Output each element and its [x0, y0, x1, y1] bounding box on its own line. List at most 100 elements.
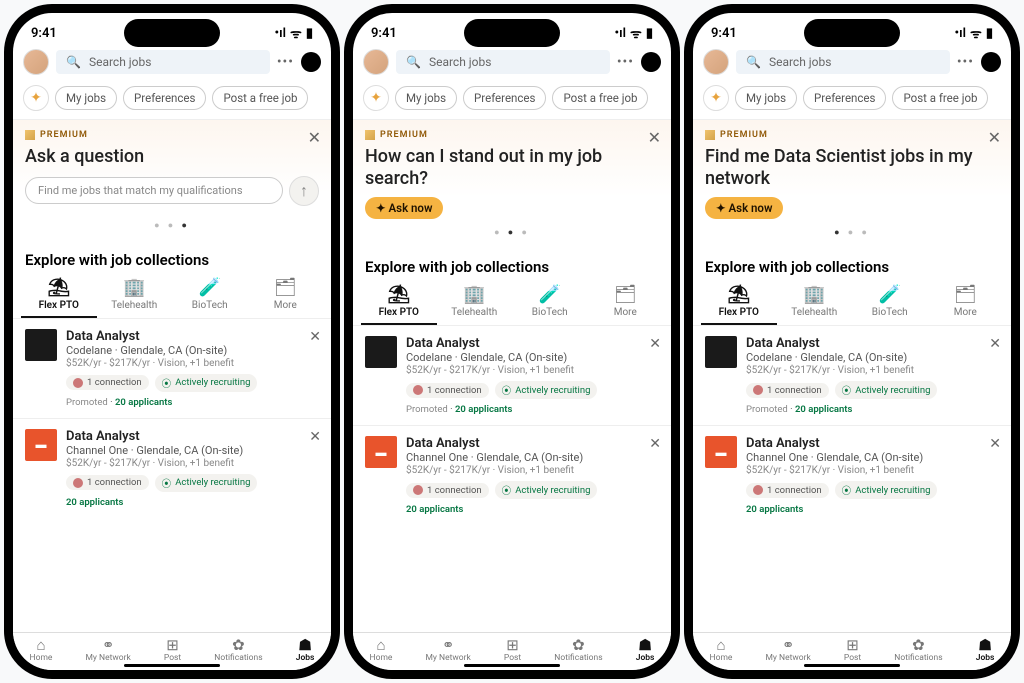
more-icon: 🗂: [928, 284, 1004, 305]
nav-notifications[interactable]: ✿ Notifications: [214, 638, 262, 663]
connection-badge: 1 connection: [406, 483, 489, 498]
premium-label: PREMIUM: [705, 130, 999, 140]
wifi-icon: ᯤ: [970, 24, 982, 42]
recruiting-badge: Actively recruiting: [835, 481, 938, 499]
premium-label: PREMIUM: [25, 130, 319, 140]
more-button[interactable]: •••: [957, 54, 974, 70]
carousel-dots[interactable]: ● ● ●: [705, 219, 999, 240]
nav-my network[interactable]: ⚭ My Network: [765, 638, 810, 663]
avatar[interactable]: [703, 49, 729, 75]
collection-tab-telehealth[interactable]: 🏢 Telehealth: [97, 277, 173, 318]
nav-home[interactable]: ⌂ Home: [370, 638, 393, 663]
nav-my network[interactable]: ⚭ My Network: [85, 638, 130, 663]
dismiss-job-icon[interactable]: ✕: [309, 429, 321, 445]
nav-notifications[interactable]: ✿ Notifications: [554, 638, 602, 663]
company-logo: ▬: [365, 436, 397, 468]
nav-post[interactable]: ⊞ Post: [164, 638, 181, 663]
nav-label: Jobs: [296, 653, 315, 663]
jobs-icon: ☗: [636, 638, 655, 653]
chip-myjobs[interactable]: My jobs: [735, 86, 797, 110]
carousel-dots[interactable]: ● ● ●: [365, 219, 659, 240]
nav-jobs[interactable]: ☗ Jobs: [296, 638, 315, 663]
chip-myjobs[interactable]: My jobs: [395, 86, 457, 110]
signal-icon: •ıl: [615, 26, 626, 41]
chip-myjobs[interactable]: My jobs: [55, 86, 117, 110]
collection-tab-more[interactable]: 🗂 More: [928, 284, 1004, 325]
explore-title: Explore with job collections: [13, 241, 331, 275]
more-button[interactable]: •••: [277, 54, 294, 70]
collection-tab-flex pto[interactable]: ⛱ Flex PTO: [361, 284, 437, 325]
job-card[interactable]: ▬ Data Analyst Channel One · Glendale, C…: [13, 418, 331, 518]
ask-input[interactable]: Find me jobs that match my qualification…: [25, 177, 283, 204]
search-input[interactable]: 🔍 Search jobs: [396, 50, 610, 74]
nav-jobs[interactable]: ☗ Jobs: [636, 638, 655, 663]
avatar[interactable]: [23, 49, 49, 75]
premium-star-icon[interactable]: ✦: [703, 85, 729, 111]
job-card[interactable]: Data Analyst Codelane · Glendale, CA (On…: [353, 325, 671, 425]
send-button[interactable]: ↑: [289, 176, 319, 206]
dismiss-job-icon[interactable]: ✕: [649, 436, 661, 452]
search-icon: 🔍: [746, 55, 761, 69]
nav-home[interactable]: ⌂ Home: [710, 638, 733, 663]
more-button[interactable]: •••: [617, 54, 634, 70]
notch: [464, 19, 560, 47]
collection-tab-telehealth[interactable]: 🏢 Telehealth: [437, 284, 513, 325]
connection-badge: 1 connection: [746, 483, 829, 498]
job-company-location: Codelane · Glendale, CA (On-site): [746, 351, 999, 364]
dismiss-job-icon[interactable]: ✕: [989, 336, 1001, 352]
messaging-icon[interactable]: [981, 52, 1001, 72]
messaging-icon[interactable]: [301, 52, 321, 72]
job-footer: Promoted · 20 applicants: [746, 404, 999, 415]
dismiss-job-icon[interactable]: ✕: [309, 329, 321, 345]
search-input[interactable]: 🔍 Search jobs: [56, 50, 270, 74]
collection-tab-more[interactable]: 🗂 More: [248, 277, 324, 318]
nav-label: Notifications: [214, 653, 262, 663]
close-icon[interactable]: ✕: [988, 128, 1001, 147]
collection-tab-flex pto[interactable]: ⛱ Flex PTO: [21, 277, 97, 318]
ask-now-button[interactable]: ✦ Ask now: [365, 197, 443, 219]
avatar[interactable]: [363, 49, 389, 75]
nav-post[interactable]: ⊞ Post: [844, 638, 861, 663]
nav-my network[interactable]: ⚭ My Network: [425, 638, 470, 663]
chip-post-job[interactable]: Post a free job: [552, 86, 648, 110]
close-icon[interactable]: ✕: [648, 128, 661, 147]
messaging-icon[interactable]: [641, 52, 661, 72]
notifications-icon: ✿: [894, 638, 942, 653]
premium-star-icon[interactable]: ✦: [363, 85, 389, 111]
chip-preferences[interactable]: Preferences: [803, 86, 886, 110]
recruiting-badge: Actively recruiting: [495, 481, 598, 499]
nav-jobs[interactable]: ☗ Jobs: [976, 638, 995, 663]
collection-tab-biotech[interactable]: 🧪 BioTech: [172, 277, 248, 318]
nav-notifications[interactable]: ✿ Notifications: [894, 638, 942, 663]
job-title: Data Analyst: [746, 436, 999, 451]
home-indicator: [464, 664, 560, 667]
collection-tab-more[interactable]: 🗂 More: [588, 284, 664, 325]
carousel-dots[interactable]: ● ● ●: [25, 212, 319, 233]
dismiss-job-icon[interactable]: ✕: [989, 436, 1001, 452]
notch: [124, 19, 220, 47]
premium-star-icon[interactable]: ✦: [23, 85, 49, 111]
connection-badge: 1 connection: [66, 375, 149, 390]
search-input[interactable]: 🔍 Search jobs: [736, 50, 950, 74]
nav-post[interactable]: ⊞ Post: [504, 638, 521, 663]
company-logo: [365, 336, 397, 368]
job-card[interactable]: ▬ Data Analyst Channel One · Glendale, C…: [693, 425, 1011, 525]
job-card[interactable]: ▬ Data Analyst Channel One · Glendale, C…: [353, 425, 671, 525]
job-company-location: Codelane · Glendale, CA (On-site): [406, 351, 659, 364]
chip-post-job[interactable]: Post a free job: [212, 86, 308, 110]
collection-tab-telehealth[interactable]: 🏢 Telehealth: [777, 284, 853, 325]
close-icon[interactable]: ✕: [308, 128, 321, 147]
chip-post-job[interactable]: Post a free job: [892, 86, 988, 110]
chip-preferences[interactable]: Preferences: [123, 86, 206, 110]
dismiss-job-icon[interactable]: ✕: [649, 336, 661, 352]
ask-now-button[interactable]: ✦ Ask now: [705, 197, 783, 219]
job-card[interactable]: Data Analyst Codelane · Glendale, CA (On…: [693, 325, 1011, 425]
recruiting-badge: Actively recruiting: [155, 374, 258, 392]
collection-tab-flex pto[interactable]: ⛱ Flex PTO: [701, 284, 777, 325]
chip-preferences[interactable]: Preferences: [463, 86, 546, 110]
collection-tab-biotech[interactable]: 🧪 BioTech: [512, 284, 588, 325]
nav-home[interactable]: ⌂ Home: [30, 638, 53, 663]
job-card[interactable]: Data Analyst Codelane · Glendale, CA (On…: [13, 318, 331, 418]
collection-tab-biotech[interactable]: 🧪 BioTech: [852, 284, 928, 325]
job-title: Data Analyst: [406, 336, 659, 351]
